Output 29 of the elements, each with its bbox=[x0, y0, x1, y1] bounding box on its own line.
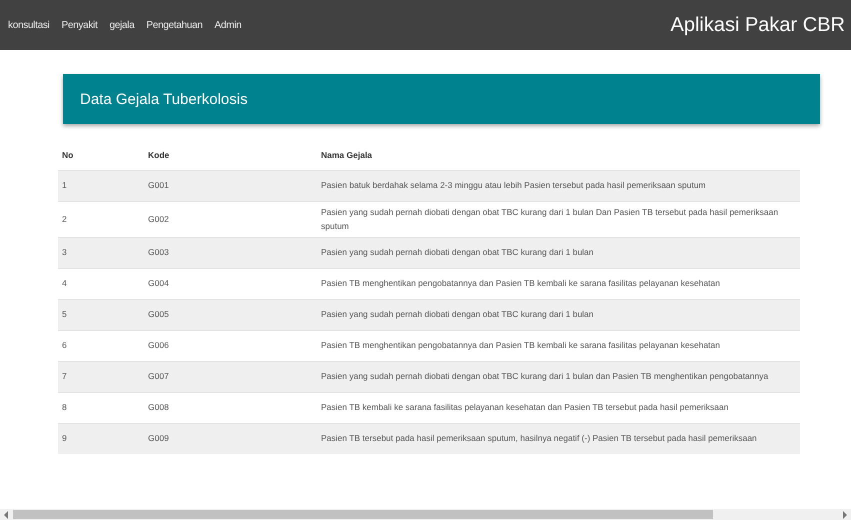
table-cell: G007 bbox=[144, 362, 317, 393]
scroll-left-icon[interactable] bbox=[3, 510, 9, 518]
table-cell: Pasien yang sudah pernah diobati dengan obat TBC kurang dari 1 bulan bbox=[317, 300, 800, 331]
table-cell: Pasien TB tersebut pada hasil pemeriksaan sputum, hasilnya negatif (-) Pasien TB tersebut pada hasil pemeriksaan bbox=[317, 424, 800, 454]
column-header: Nama Gejala bbox=[317, 142, 800, 170]
table-cell: Pasien batuk berdahak selama 2-3 minggu atau lebih Pasien tersebut pada hasil pemeriksaan sputum bbox=[317, 170, 800, 202]
app-title: Aplikasi Pakar CBR bbox=[670, 14, 845, 36]
table-cell: Pasien yang sudah pernah diobati dengan obat TBC kurang dari 1 bulan dan Pasien TB menghentikan pengobatannya bbox=[317, 362, 800, 393]
scroll-right-icon[interactable] bbox=[842, 510, 848, 518]
nav-link[interactable]: gejala bbox=[109, 20, 134, 30]
table-cell: 7 bbox=[58, 362, 144, 393]
table-cell: G009 bbox=[144, 424, 317, 454]
nav-link[interactable]: Admin bbox=[214, 20, 242, 30]
table-cell: 5 bbox=[58, 300, 144, 331]
table-cell: 9 bbox=[58, 424, 144, 454]
card-title: Data Gejala Tuberkolosis bbox=[80, 90, 248, 108]
nav-link[interactable]: Penyakit bbox=[61, 20, 98, 30]
table-cell: 3 bbox=[58, 238, 144, 269]
table-cell: G001 bbox=[144, 170, 317, 202]
table-cell: G005 bbox=[144, 300, 317, 331]
column-header: Kode bbox=[144, 142, 317, 170]
nav-link[interactable]: konsultasi bbox=[8, 20, 50, 30]
horizontal-scrollbar[interactable] bbox=[0, 509, 851, 520]
scrollbar-thumb[interactable] bbox=[13, 510, 713, 519]
nav-link[interactable]: Pengetahuan bbox=[146, 20, 203, 30]
column-header: No bbox=[58, 142, 144, 170]
table-cell: Pasien yang sudah pernah diobati dengan obat TBC kurang dari 1 bulan bbox=[317, 238, 800, 269]
table-cell: 1 bbox=[58, 170, 144, 202]
table-cell: G003 bbox=[144, 238, 317, 269]
